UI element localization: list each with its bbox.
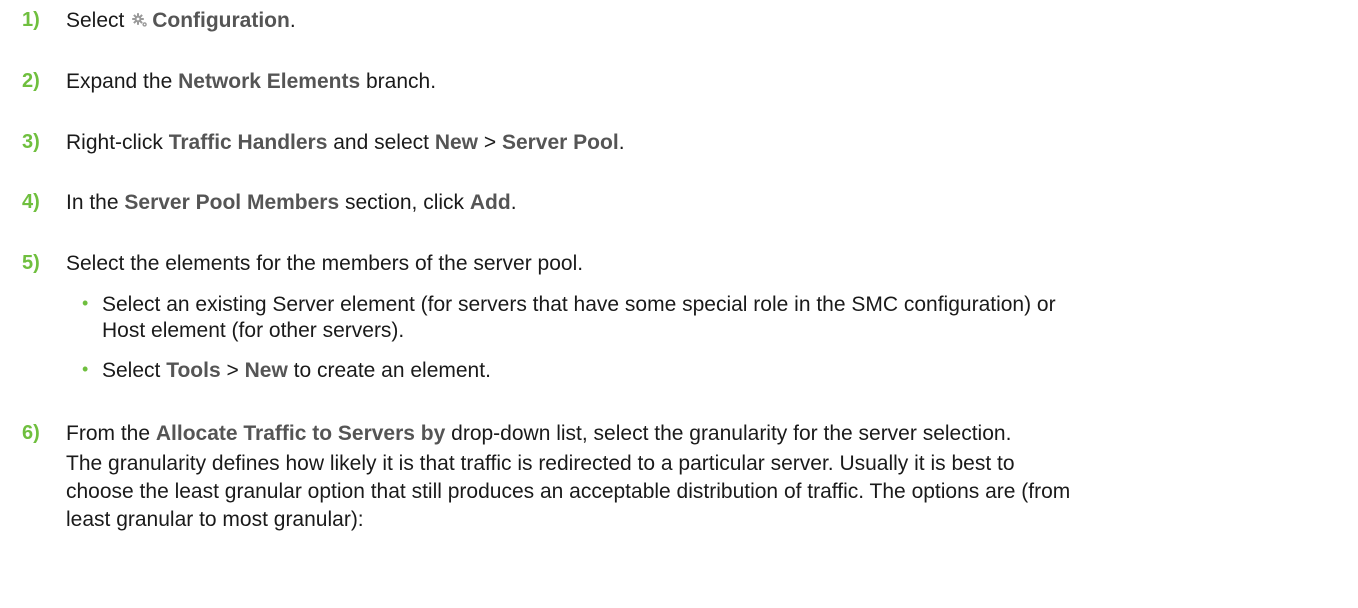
ui-term-add: Add xyxy=(469,191,511,214)
gear-icon xyxy=(132,9,148,27)
ui-term-tools: Tools xyxy=(166,359,221,382)
step-text: Select the elements for the members of t… xyxy=(66,252,584,275)
step-text-part: . xyxy=(510,191,517,214)
ui-term-server-pool-members: Server Pool Members xyxy=(124,191,340,214)
step-number: 4) xyxy=(22,191,40,213)
step-number: 5) xyxy=(22,252,40,274)
step-text-part: Select xyxy=(66,9,131,32)
step-text-part: and select xyxy=(327,131,435,154)
step-text-part: From the xyxy=(66,422,156,445)
step-number: 1) xyxy=(22,9,40,31)
ui-term-new: New xyxy=(434,131,479,154)
bullet-text-part: > xyxy=(220,359,245,382)
bullet-marker: • xyxy=(82,359,89,379)
step-number: 3) xyxy=(22,131,40,153)
step-note-line: least granular to most granular): xyxy=(66,508,364,531)
bullet-text-line: Host element (for other servers). xyxy=(102,319,405,342)
step-text-part: . xyxy=(289,9,296,32)
ui-term-network-elements: Network Elements xyxy=(178,70,361,93)
step-number: 6) xyxy=(22,422,40,444)
step-text: Right-click Traffic Handlers and select … xyxy=(66,130,625,156)
step-text-part: Right-click xyxy=(66,131,169,154)
step-text-part: branch. xyxy=(360,70,437,93)
step-note-line: choose the least granular option that st… xyxy=(66,480,1071,503)
step-text-part: Expand the xyxy=(66,70,179,93)
step-note-line: The granularity defines how likely it is… xyxy=(66,452,1015,475)
step-text: Expand the Network Elements branch. xyxy=(66,69,436,95)
ui-term-new: New xyxy=(244,359,288,382)
step-text: Select Configuration. xyxy=(66,8,296,34)
step-text-part: > xyxy=(478,131,502,154)
step-number: 2) xyxy=(22,70,40,92)
ui-term-allocate-traffic: Allocate Traffic to Servers by xyxy=(155,422,446,445)
ui-term-server-pool: Server Pool xyxy=(501,131,619,154)
bullet-text-part: to create an element. xyxy=(287,359,491,382)
bullet-text: Select Tools > New to create an element. xyxy=(102,358,491,384)
step-text-part: In the xyxy=(66,191,125,214)
ui-term-traffic-handlers: Traffic Handlers xyxy=(168,131,328,154)
bullet-text-line: Select an existing Server element (for s… xyxy=(102,293,1056,316)
bullet-marker: • xyxy=(82,293,89,313)
step-text: In the Server Pool Members section, clic… xyxy=(66,190,517,216)
ui-term-configuration: Configuration xyxy=(152,9,290,32)
step-text-part: drop-down list, select the granularity f… xyxy=(445,422,1012,445)
step-text: From the Allocate Traffic to Servers by … xyxy=(66,421,1011,447)
step-text-part: section, click xyxy=(339,191,470,214)
step-text-part: . xyxy=(618,131,625,154)
bullet-text-part: Select xyxy=(102,359,167,382)
